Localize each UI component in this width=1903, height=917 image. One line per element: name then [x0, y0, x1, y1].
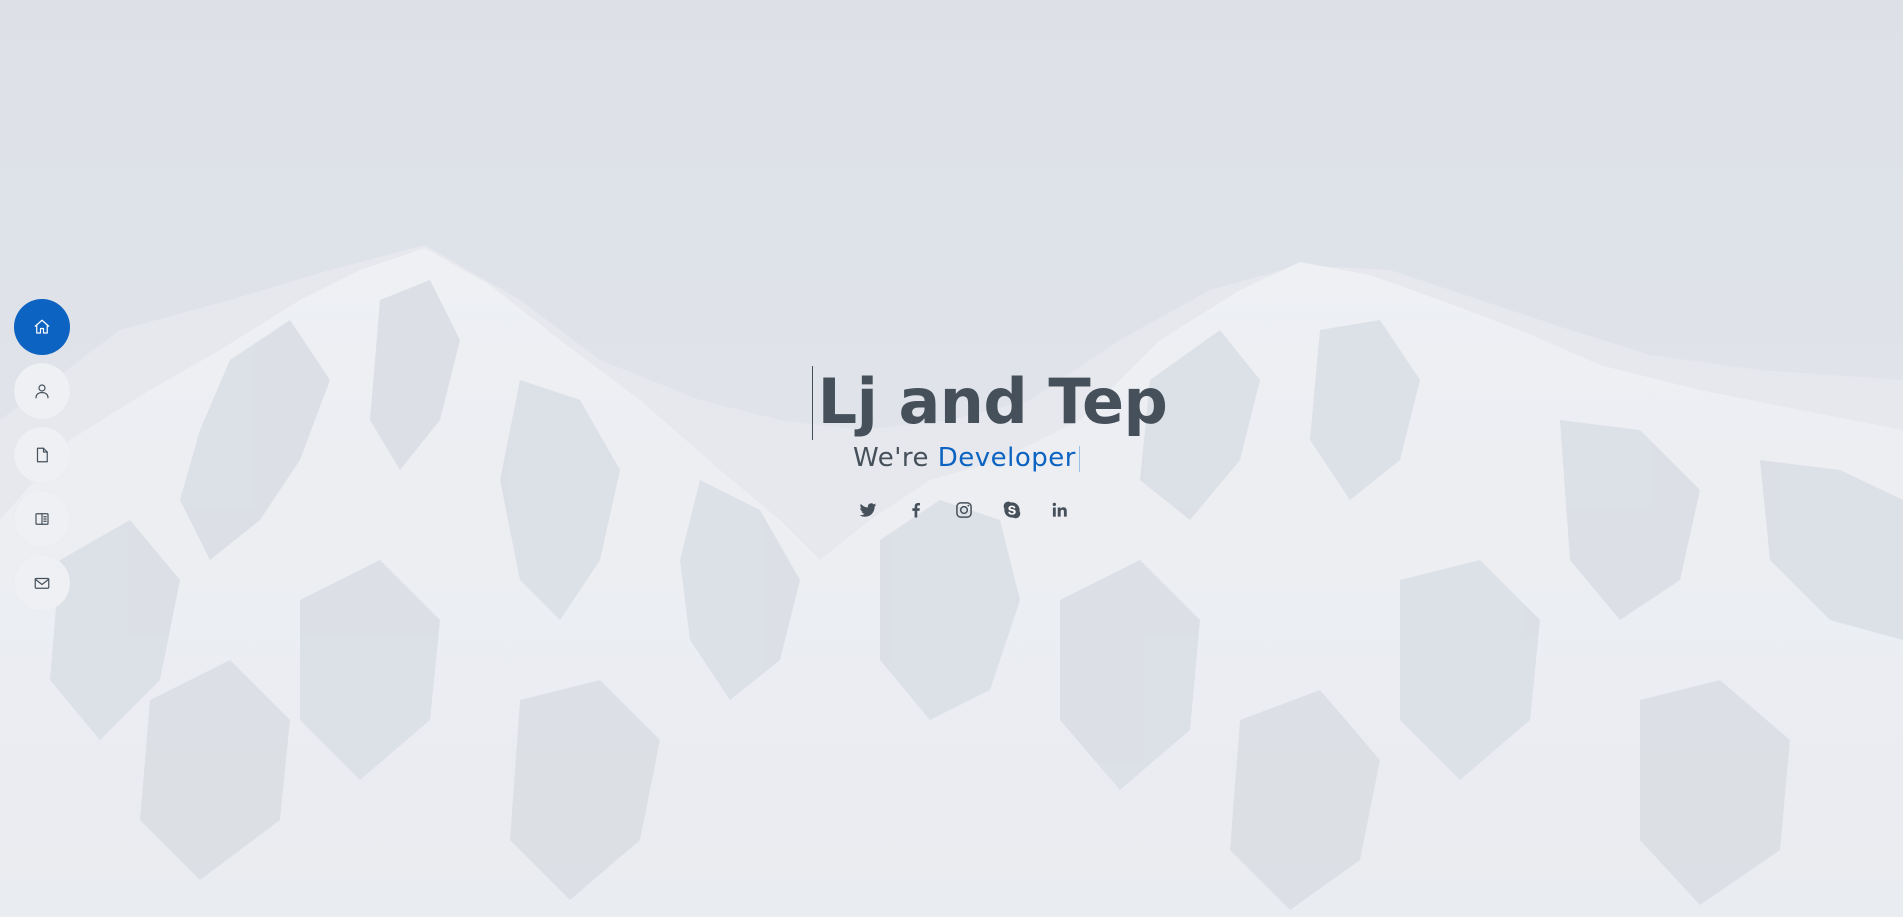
linkedin-link[interactable] — [1048, 498, 1072, 522]
skype-icon — [1003, 501, 1020, 519]
home-icon — [34, 319, 50, 334]
nav-contact-button[interactable] — [14, 555, 70, 611]
typed-cursor — [1078, 445, 1080, 472]
twitter-icon — [859, 503, 876, 517]
nav-home-button[interactable] — [14, 299, 70, 355]
text-cursor — [811, 366, 813, 440]
envelope-icon — [34, 577, 50, 589]
subtitle-typed-text: Developer — [937, 443, 1076, 473]
twitter-link[interactable] — [856, 498, 880, 522]
hero-section: Lj and Tep We're Developer — [0, 360, 1903, 522]
skype-link[interactable] — [1000, 498, 1024, 522]
hero-page: Lj and Tep We're Developer — [0, 0, 1903, 917]
linkedin-icon — [1052, 502, 1067, 517]
facebook-link[interactable] — [904, 498, 928, 522]
facebook-icon — [911, 503, 920, 518]
social-links — [24, 498, 1903, 522]
hero-title-wrapper: Lj and Tep — [811, 360, 1168, 444]
hero-subtitle: We're Developer — [30, 440, 1903, 476]
instagram-icon — [955, 502, 972, 518]
subtitle-prefix: We're — [853, 443, 929, 473]
hero-title: Lj and Tep — [817, 365, 1168, 438]
instagram-link[interactable] — [952, 498, 976, 522]
